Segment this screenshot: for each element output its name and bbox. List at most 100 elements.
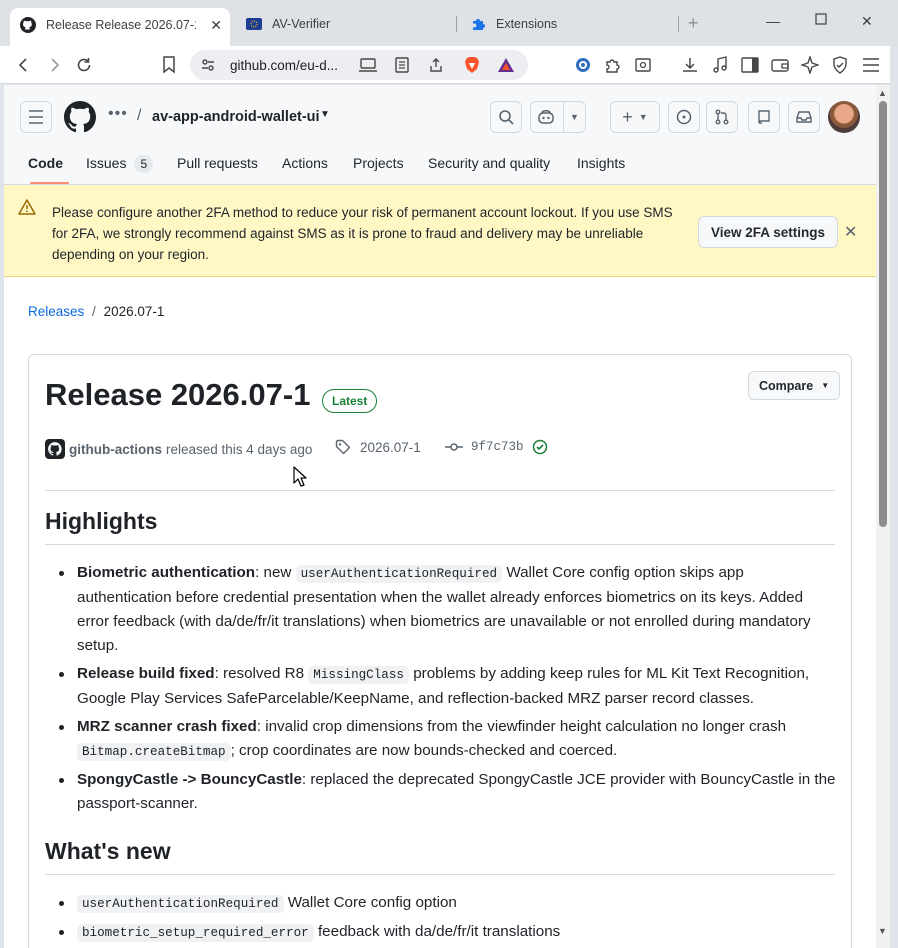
- tag-icon: [335, 439, 351, 455]
- highlight-text: : resolved R8: [214, 665, 309, 682]
- browser-tab-strip: Release Release 2026.07-1 · ✕ AV-Verifie…: [0, 0, 898, 46]
- reload-icon[interactable]: [74, 55, 94, 75]
- tab-issues[interactable]: Issues 5: [86, 155, 154, 173]
- global-menu-button[interactable]: [20, 101, 52, 133]
- breadcrumb-releases-link[interactable]: Releases: [28, 304, 84, 319]
- forward-icon[interactable]: [44, 55, 64, 75]
- github-logo-icon[interactable]: [64, 101, 96, 133]
- inbox-button[interactable]: [788, 101, 820, 133]
- leo-ai-icon[interactable]: [800, 55, 820, 75]
- hamburger-icon: [29, 110, 43, 124]
- tab-pull-requests[interactable]: Pull requests: [177, 155, 258, 171]
- highlight-label: SpongyCastle -> BouncyCastle: [77, 771, 302, 788]
- pull-requests-button[interactable]: [706, 101, 738, 133]
- user-avatar[interactable]: [828, 101, 860, 133]
- list-item: userAuthenticationRequired Wallet Core c…: [45, 891, 837, 916]
- issue-opened-icon: [676, 109, 692, 125]
- highlight-text: : invalid crop dimensions from the viewf…: [256, 718, 787, 735]
- browser-tab-extensions[interactable]: Extensions: [460, 8, 670, 40]
- sidebar-icon[interactable]: [740, 55, 760, 75]
- password-manager-icon[interactable]: [573, 55, 593, 75]
- github-actions-avatar[interactable]: [45, 439, 65, 459]
- tag-name: 2026.07-1: [360, 439, 421, 455]
- back-icon[interactable]: [14, 55, 34, 75]
- divider: [45, 544, 835, 545]
- highlight-label: Release build fixed: [77, 665, 215, 682]
- 2fa-warning-banner: Please configure another 2FA method to r…: [4, 185, 876, 277]
- compare-button[interactable]: Compare ▼: [748, 371, 841, 400]
- plus-icon: +: [622, 106, 633, 127]
- brave-shield-icon[interactable]: [462, 55, 482, 75]
- maximize-icon[interactable]: [815, 12, 827, 28]
- browser-menu-icon[interactable]: [861, 55, 881, 75]
- page-scrollbar[interactable]: ▲ ▼: [876, 85, 890, 948]
- author-link[interactable]: github-actions: [69, 442, 162, 457]
- chevron-down-icon: ▼: [821, 381, 830, 390]
- search-button[interactable]: [490, 101, 522, 133]
- cast-icon[interactable]: [358, 55, 378, 75]
- address-bar[interactable]: github.com/eu-d...: [190, 50, 528, 80]
- copilot-button[interactable]: ▼: [530, 101, 586, 133]
- highlight-label: Biometric authentication: [77, 564, 256, 581]
- vpn-shield-icon[interactable]: [830, 55, 850, 75]
- reader-mode-icon[interactable]: [392, 55, 412, 75]
- repo-name-link[interactable]: av-app-android-wallet-ui: [152, 109, 320, 125]
- download-icon[interactable]: [680, 55, 700, 75]
- tab-separator: [678, 16, 679, 32]
- highlights-list: Biometric authentication: new userAuthen…: [45, 561, 837, 820]
- issues-button[interactable]: [668, 101, 700, 133]
- music-icon[interactable]: [710, 55, 730, 75]
- path-separator: /: [137, 107, 142, 124]
- git-commit-icon: [445, 443, 463, 451]
- release-commit[interactable]: 9f7c73b: [445, 439, 548, 455]
- release-tag[interactable]: 2026.07-1: [335, 439, 421, 455]
- whats-new-text: feedback with da/de/fr/it translations: [313, 923, 561, 940]
- brave-rewards-icon[interactable]: [496, 55, 516, 75]
- divider: [45, 874, 835, 875]
- latest-badge: Latest: [322, 389, 378, 413]
- inline-code: MissingClass: [308, 666, 409, 684]
- repo-icon: [758, 110, 770, 124]
- new-tab-icon[interactable]: +: [688, 13, 699, 34]
- eu-flag-favicon-icon: [246, 16, 262, 32]
- tab-projects[interactable]: Projects: [353, 155, 404, 171]
- release-title: Release 2026.07-1: [45, 377, 311, 412]
- url-text: github.com/eu-d...: [230, 58, 339, 73]
- wallet-icon[interactable]: [770, 55, 790, 75]
- create-new-button[interactable]: + ▼: [610, 101, 660, 133]
- site-info-icon[interactable]: [198, 55, 218, 75]
- close-icon[interactable]: ✕: [844, 222, 857, 242]
- highlight-label: MRZ scanner crash fixed: [77, 718, 257, 735]
- more-breadcrumb-icon[interactable]: •••: [108, 105, 128, 123]
- close-tab-icon[interactable]: ✕: [210, 17, 222, 34]
- screenshot-icon[interactable]: [633, 55, 653, 75]
- bookmark-icon[interactable]: [159, 55, 179, 75]
- extensions-icon[interactable]: [603, 55, 623, 75]
- highlights-heading: Highlights: [45, 508, 158, 534]
- breadcrumb: Releases / 2026.07-1: [28, 304, 164, 319]
- commit-sha: 9f7c73b: [471, 440, 524, 454]
- share-icon[interactable]: [426, 55, 446, 75]
- compare-button-label: Compare: [759, 378, 814, 393]
- tab-actions[interactable]: Actions: [282, 155, 328, 171]
- list-item: Release build fixed: resolved R8 Missing…: [45, 662, 837, 711]
- tab-issues-label: Issues: [86, 155, 127, 171]
- scroll-up-icon[interactable]: ▲: [878, 88, 887, 98]
- window-close-icon[interactable]: ✕: [861, 13, 873, 30]
- minimize-icon[interactable]: —: [766, 13, 780, 29]
- window-border: [890, 46, 898, 948]
- scroll-down-icon[interactable]: ▼: [878, 926, 887, 936]
- inline-code: biometric_setup_required_error: [77, 924, 314, 942]
- repositories-button[interactable]: [748, 101, 780, 133]
- view-2fa-settings-button[interactable]: View 2FA settings: [698, 216, 839, 248]
- scrollbar-thumb[interactable]: [879, 101, 887, 527]
- repo-caret-icon[interactable]: ▼: [320, 109, 330, 120]
- release-author: github-actions released this 4 days ago: [45, 439, 312, 459]
- tab-separator: [456, 16, 457, 32]
- tab-security[interactable]: Security and quality: [428, 155, 550, 171]
- inbox-icon: [796, 111, 812, 123]
- browser-tab-av-verifier[interactable]: AV-Verifier: [236, 8, 446, 40]
- tab-code[interactable]: Code: [28, 155, 63, 171]
- browser-tab-release[interactable]: Release Release 2026.07-1 · ✕: [10, 8, 230, 46]
- tab-insights[interactable]: Insights: [577, 155, 625, 171]
